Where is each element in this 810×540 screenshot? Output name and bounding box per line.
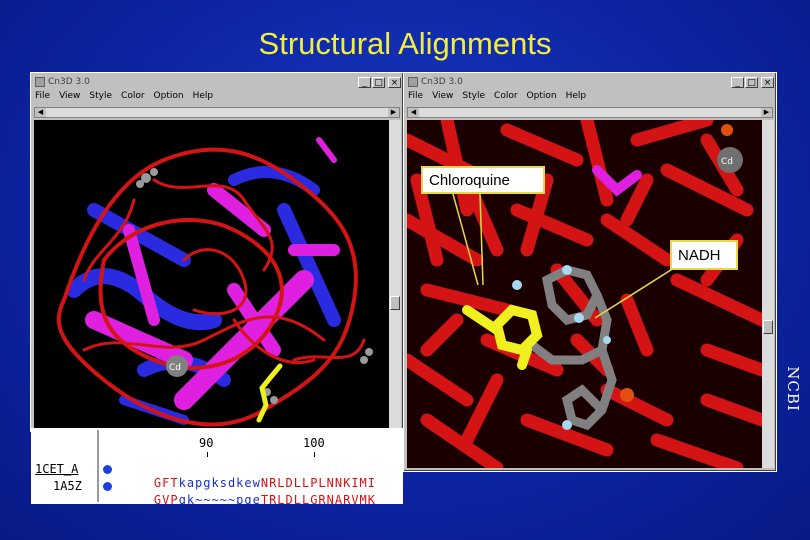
maximize-button[interactable]: □ [745, 76, 758, 88]
right-window-title: Cn3D 3.0 [421, 77, 463, 87]
close-button[interactable]: × [761, 76, 774, 88]
scroll-left-icon[interactable]: ◀ [35, 108, 46, 117]
close-button[interactable]: × [388, 76, 401, 88]
left-window-titlebar[interactable]: Cn3D 3.0 _ □ × [33, 75, 401, 89]
menu-color[interactable]: Color [494, 91, 518, 105]
left-menubar: File View Style Color Option Help [35, 91, 213, 105]
ruler-label-90: 90 [199, 436, 214, 450]
right-scroll-thumb[interactable] [763, 320, 773, 334]
ruler-tick [207, 452, 208, 457]
left-cd-atom-label: Cd [169, 363, 181, 373]
right-horizontal-scrollbar[interactable]: ◀ ▶ [407, 107, 773, 118]
scroll-right-icon[interactable]: ▶ [761, 108, 772, 117]
panel-divider [97, 430, 99, 502]
aligned-block: TRLDLLGRNARVMK [260, 493, 376, 504]
minimize-button[interactable]: _ [358, 76, 371, 88]
aligned-block: GVP [153, 493, 179, 504]
row-marker-icon[interactable] [103, 482, 112, 491]
ruler-tick [314, 452, 315, 457]
menu-option[interactable]: Option [527, 91, 557, 105]
scroll-right-icon[interactable]: ▶ [388, 108, 399, 117]
left-scroll-thumb[interactable] [390, 296, 400, 310]
menu-style[interactable]: Style [89, 91, 112, 105]
right-vertical-scrollbar[interactable] [761, 120, 774, 468]
menu-view[interactable]: View [59, 91, 80, 105]
protein-ribbon-structure: Cd [56, 137, 373, 427]
menu-file[interactable]: File [408, 91, 423, 105]
row-name-1a5z[interactable]: 1A5Z [53, 479, 82, 493]
slide-title: Structural Alignments [258, 26, 552, 61]
right-cd-atom-label: Cd [721, 157, 733, 167]
menu-help[interactable]: Help [566, 91, 587, 105]
menu-style[interactable]: Style [462, 91, 485, 105]
row-marker-icon[interactable] [103, 465, 112, 474]
left-horizontal-scrollbar[interactable]: ◀ ▶ [34, 107, 400, 118]
chloroquine-callout: Chloroquine [421, 166, 545, 194]
maximize-button[interactable]: □ [372, 76, 385, 88]
right-cn3d-window: Cn3D 3.0 _ □ × File View Style Color Opt… [403, 72, 777, 472]
unaligned-block: qk~~~~~pge [178, 493, 261, 504]
minimize-button[interactable]: _ [731, 76, 744, 88]
menu-view[interactable]: View [432, 91, 453, 105]
menu-file[interactable]: File [35, 91, 50, 105]
scroll-left-icon[interactable]: ◀ [408, 108, 419, 117]
app-icon [35, 77, 45, 87]
menu-help[interactable]: Help [193, 91, 214, 105]
menu-option[interactable]: Option [154, 91, 184, 105]
nadh-callout: NADH [670, 240, 738, 270]
left-structure-viewport[interactable]: Cd [34, 120, 389, 428]
left-vertical-scrollbar[interactable] [388, 120, 401, 428]
ncbi-side-label: NCBI [784, 366, 803, 412]
sequence-row-1a5z[interactable]: GVPqk~~~~~pgeTRLDLLGRNARVMK [121, 479, 376, 504]
ruler-label-100: 100 [303, 436, 325, 450]
row-name-1cet-a[interactable]: 1CET_A [35, 462, 78, 476]
right-menubar: File View Style Color Option Help [408, 91, 586, 105]
app-icon [408, 77, 418, 87]
left-cn3d-window: Cn3D 3.0 _ □ × File View Style Color Opt… [30, 72, 404, 432]
left-window-title: Cn3D 3.0 [48, 77, 90, 87]
menu-color[interactable]: Color [121, 91, 145, 105]
right-window-titlebar[interactable]: Cn3D 3.0 _ □ × [406, 75, 774, 89]
sequence-alignment-panel[interactable]: 90 100 1CET_A GFTkapgksdkewNRLDLLPLNNKIM… [31, 428, 403, 504]
